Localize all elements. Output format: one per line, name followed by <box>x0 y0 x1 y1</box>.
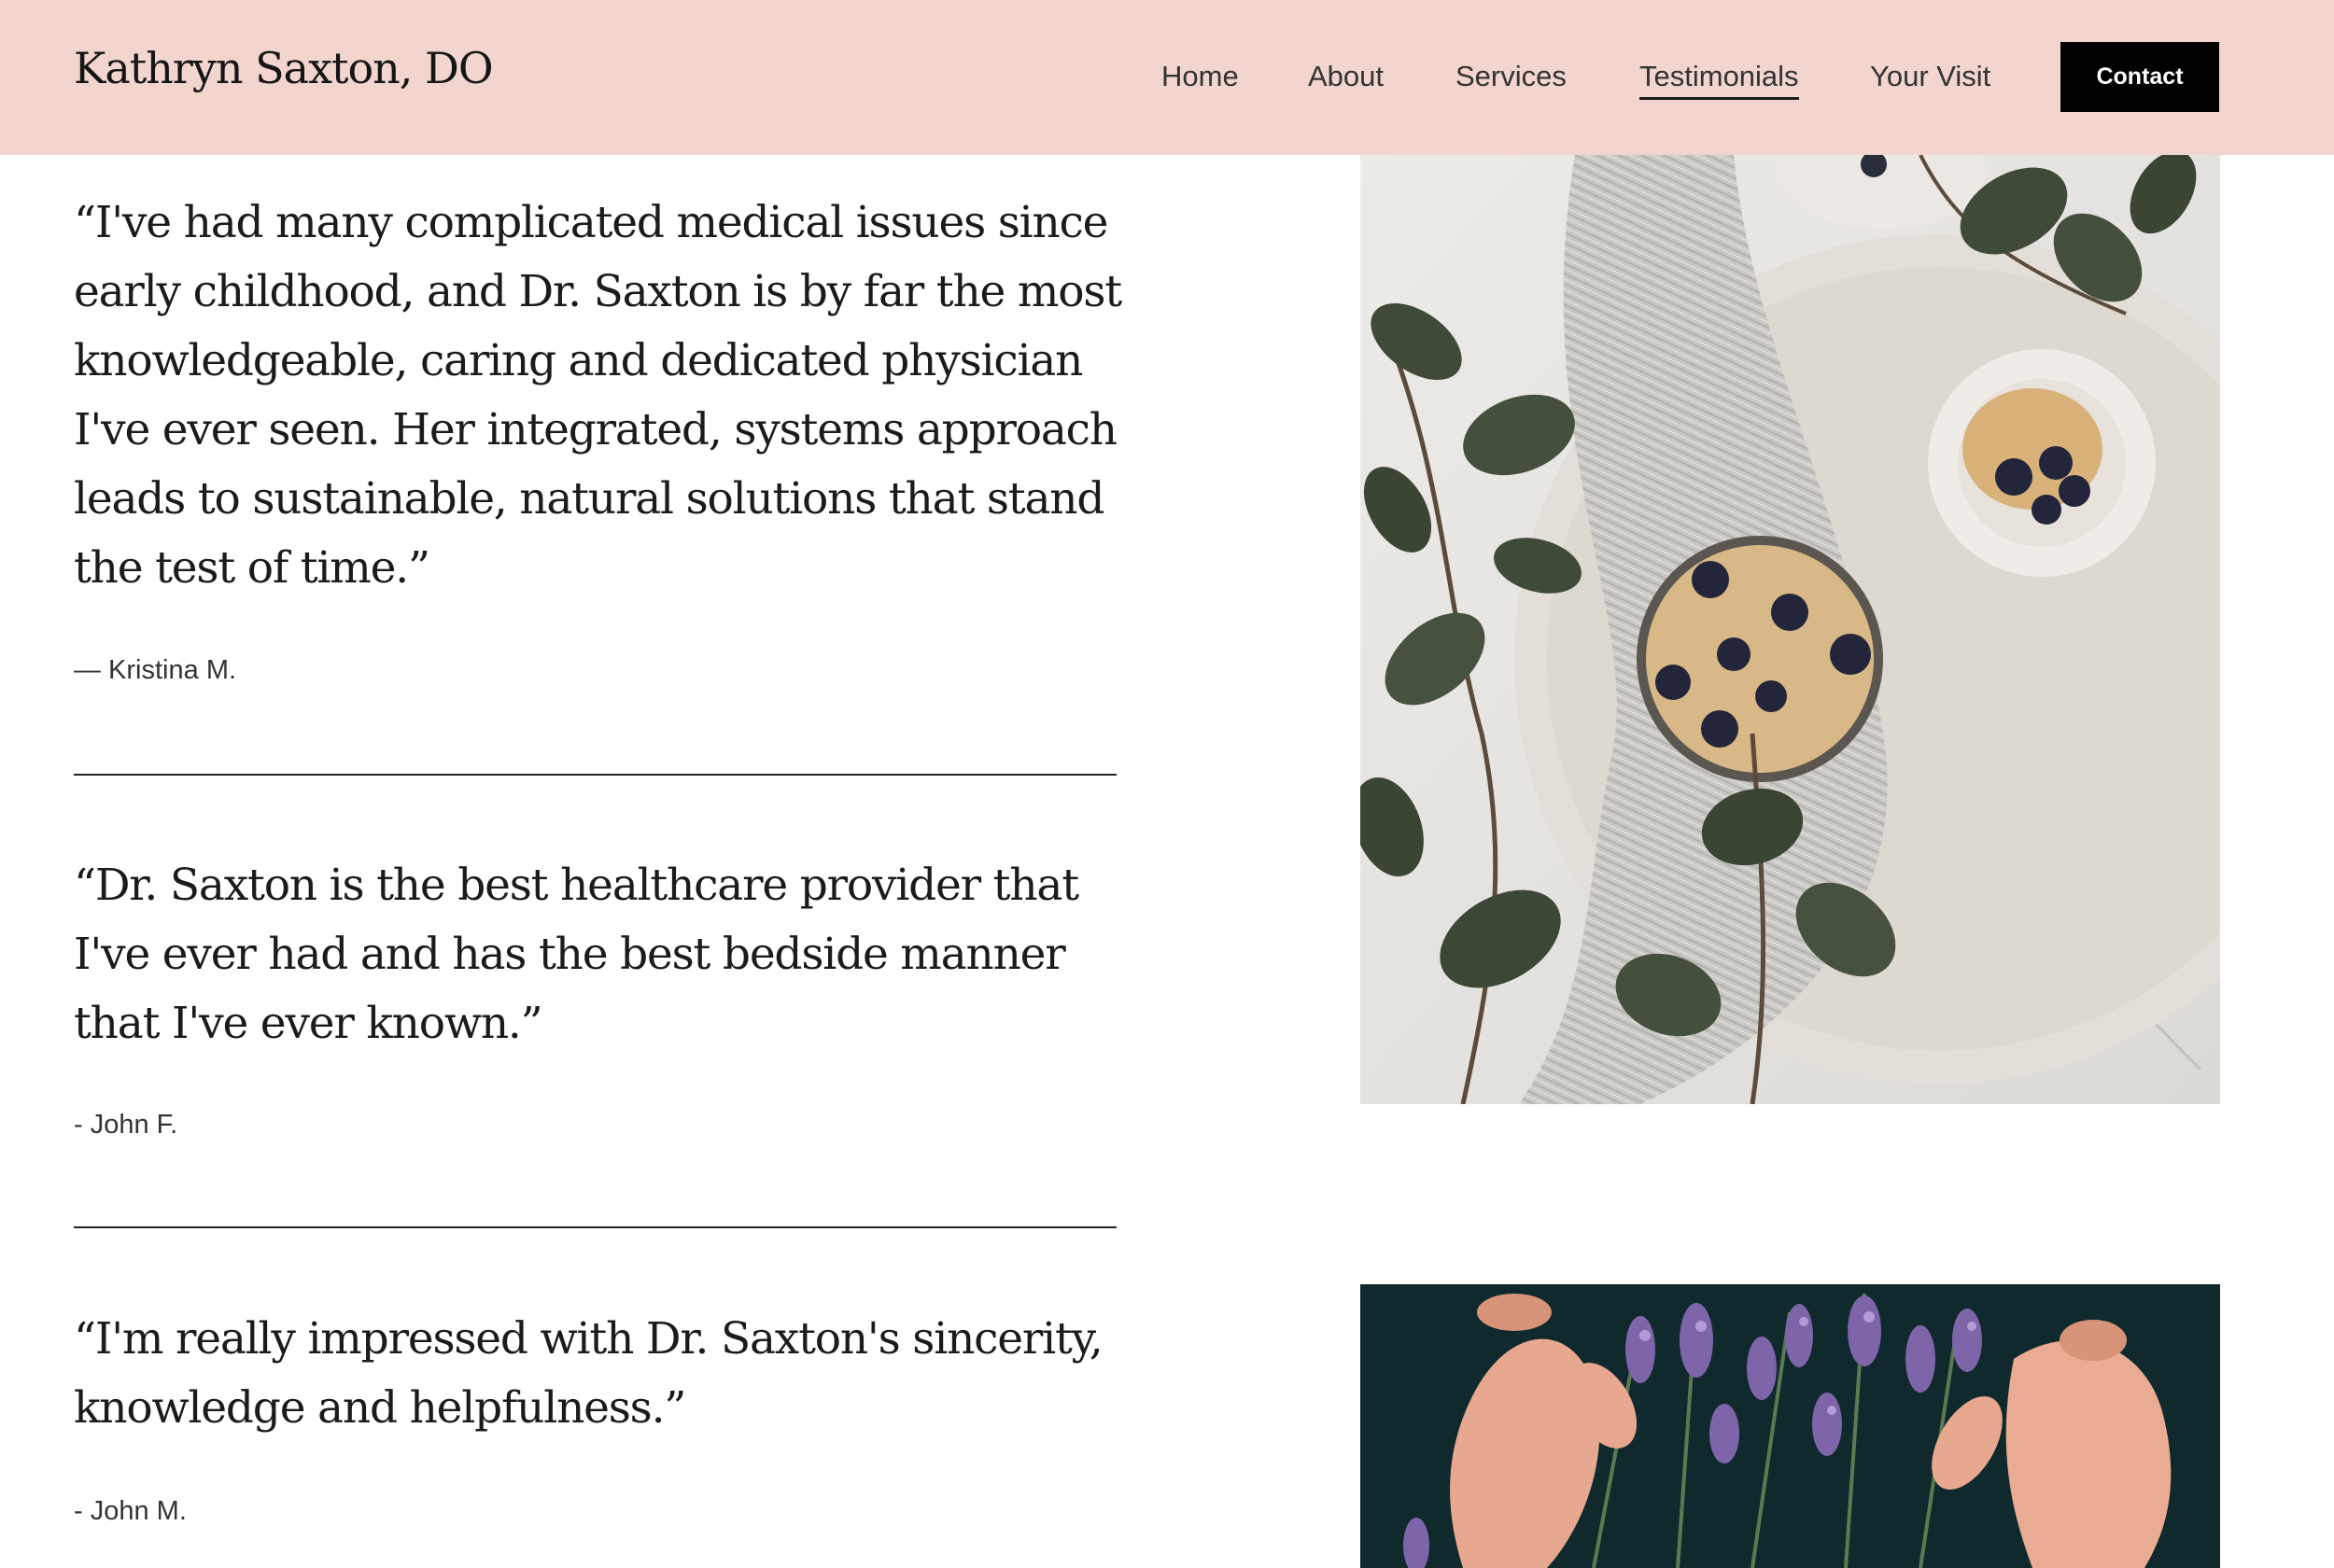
testimonial-author: — Kristina M. <box>74 655 237 685</box>
testimonial-author: - John F. <box>74 1110 178 1140</box>
site-header: Kathryn Saxton, DO Home About Services T… <box>0 0 2334 155</box>
nav-testimonials[interactable]: Testimonials <box>1639 60 1799 100</box>
nav-services[interactable]: Services <box>1455 60 1567 93</box>
divider <box>74 1226 1117 1228</box>
testimonial-quote: “I've had many complicated medical issue… <box>74 197 1122 594</box>
divider <box>74 774 1117 776</box>
testimonial-quote: “I'm really impressed with Dr. Saxton's … <box>74 1313 1104 1434</box>
nav-home[interactable]: Home <box>1161 60 1239 93</box>
nav-your-visit[interactable]: Your Visit <box>1870 60 1990 93</box>
testimonial-quote: “Dr. Saxton is the best healthcare provi… <box>74 860 1079 1049</box>
testimonial-author: - John M. <box>74 1496 187 1526</box>
site-title[interactable]: Kathryn Saxton, DO <box>74 43 494 93</box>
lavender-hands-image <box>1360 1284 2220 1568</box>
nav-about[interactable]: About <box>1308 60 1384 93</box>
contact-button[interactable]: Contact <box>2060 42 2219 112</box>
breakfast-bowl-image <box>1360 155 2220 1104</box>
